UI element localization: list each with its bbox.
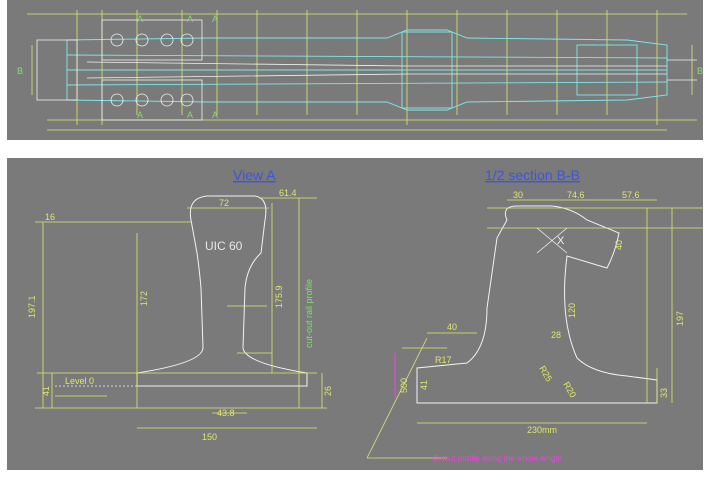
section-bb-radius-17: R17 [435, 355, 452, 365]
section-bb-radius-20: R20 [561, 380, 578, 399]
top-mark-a5: A [187, 110, 193, 120]
top-mark-a6: A [212, 110, 218, 120]
view-a-level-label: Level 0 [65, 376, 94, 386]
section-bb-dim-30: 30 [513, 190, 523, 200]
section-bb-dim-41: 41 [419, 380, 429, 390]
view-a-dim-61-4: 61.4 [279, 188, 297, 198]
section-bb-title: 1/2 section B-B [485, 167, 580, 183]
section-bb-marker: X [557, 235, 565, 247]
section-bb-dim-230: 230mm [527, 425, 557, 435]
top-mark-left: B [17, 66, 23, 76]
section-drawings: View A UIC 60 72 61.4 16 197.1 172 175.9… [27, 167, 703, 463]
view-a-title: View A [233, 167, 276, 183]
section-bb-dim-120: 120 [567, 303, 577, 318]
view-a-dim-41: 41 [41, 386, 51, 396]
section-bb-cutout-note: Cutout profile along the whole length [432, 454, 562, 463]
top-mark-right: B [697, 66, 703, 76]
section-bb-dim-28: 28 [551, 330, 561, 340]
top-mark-a4: A [137, 110, 143, 120]
view-a-cutout-note: cut-out rail profile [304, 279, 314, 348]
section-bb-dim-57-6: 57.6 [622, 190, 640, 200]
view-a-dim-175-9: 175.9 [274, 285, 284, 308]
section-bb-profile [416, 205, 658, 404]
top-drawing-panel: B B A A A A A A [7, 0, 703, 140]
section-bb-dim-40-left: 40 [447, 322, 457, 332]
section-bb-dim-40-right: 40 [614, 240, 624, 250]
view-a-dim-26: 26 [323, 386, 333, 396]
top-plan-drawing: B B A A A A A A [17, 10, 703, 131]
top-mark-a3: A [212, 14, 218, 24]
view-a-dim-16: 16 [45, 212, 55, 222]
view-a-profile-label: UIC 60 [205, 239, 243, 253]
section-bb-dim-33: 33 [659, 388, 669, 398]
view-a-dim-172: 172 [139, 291, 149, 306]
view-a-dim-197-1: 197.1 [27, 295, 37, 318]
bottom-drawing-panel: View A UIC 60 72 61.4 16 197.1 172 175.9… [7, 158, 703, 470]
view-a-dim-72: 72 [219, 198, 229, 208]
top-mark-a1: A [137, 14, 143, 24]
view-a-dim-43-8: 43.8 [217, 408, 235, 418]
view-a-dim-150: 150 [202, 432, 217, 442]
top-mark-a2: A [187, 14, 193, 24]
section-bb-dim-500: 500 [399, 378, 409, 393]
section-bb-dim-197: 197 [675, 311, 685, 326]
section-bb-dim-74-6: 74.6 [567, 190, 585, 200]
section-bb-radius-25: R25 [537, 364, 554, 383]
